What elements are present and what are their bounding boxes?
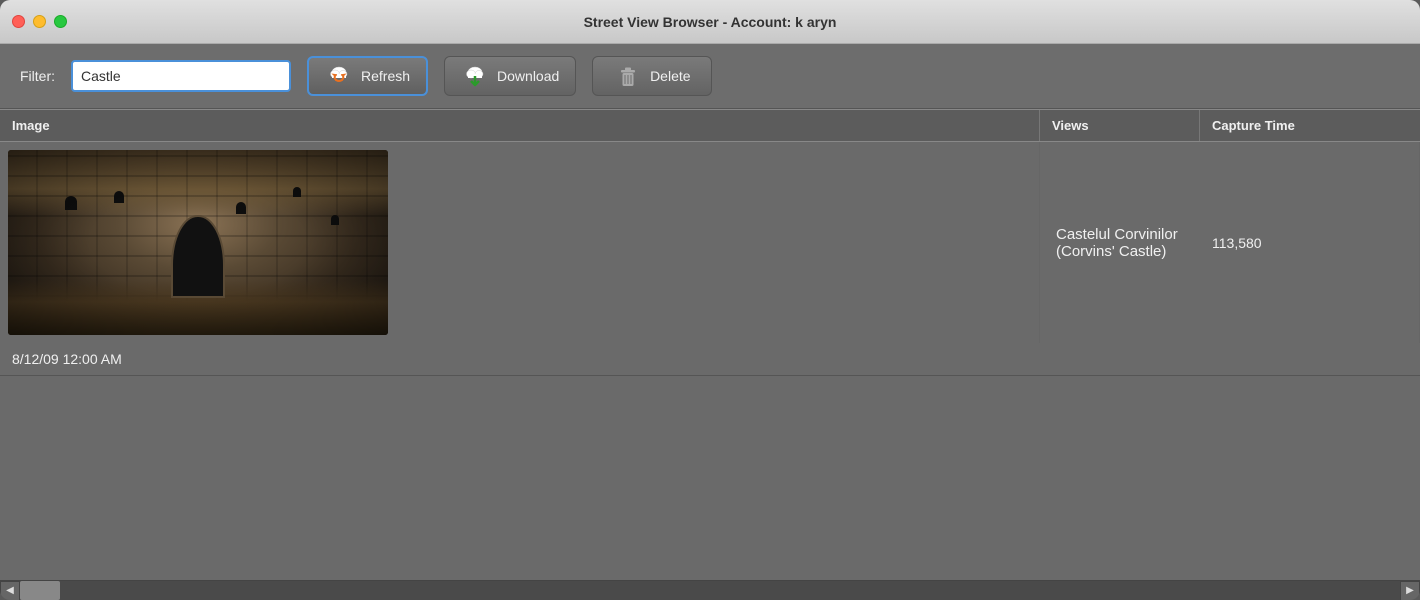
minimize-button[interactable] xyxy=(33,15,46,28)
capture-time-cell: 8/12/09 12:00 AM xyxy=(0,343,1040,375)
col-header-image: Image xyxy=(0,110,1040,141)
filter-input[interactable] xyxy=(71,60,291,92)
download-icon xyxy=(461,62,489,90)
scroll-thumb[interactable] xyxy=(20,581,60,600)
toolbar: Filter: Refresh xyxy=(0,44,1420,109)
views-cell: 113,580 xyxy=(1200,142,1420,343)
title-bar: Street View Browser - Account: k aryn xyxy=(0,0,1420,44)
maximize-button[interactable] xyxy=(54,15,67,28)
main-window: Street View Browser - Account: k aryn Fi… xyxy=(0,0,1420,600)
refresh-button[interactable]: Refresh xyxy=(307,56,428,96)
window-title: Street View Browser - Account: k aryn xyxy=(584,14,837,30)
image-name: Castelul Corvinilor (Corvins' Castle) xyxy=(1040,142,1200,343)
delete-label: Delete xyxy=(650,68,690,84)
close-button[interactable] xyxy=(12,15,25,28)
scroll-left-button[interactable]: ◀ xyxy=(0,581,20,600)
filter-label: Filter: xyxy=(20,68,55,84)
scroll-track[interactable] xyxy=(20,581,1400,600)
scroll-right-button[interactable]: ▶ xyxy=(1400,581,1420,600)
table-container: Image Views Capture Time xyxy=(0,109,1420,580)
image-cell xyxy=(0,142,1040,343)
table-body: Castelul Corvinilor (Corvins' Castle) 11… xyxy=(0,142,1420,580)
traffic-lights xyxy=(12,15,67,28)
download-button[interactable]: Download xyxy=(444,56,576,96)
table-row[interactable]: Castelul Corvinilor (Corvins' Castle) 11… xyxy=(0,142,1420,376)
col-header-capture-time: Capture Time xyxy=(1200,110,1420,141)
delete-button[interactable]: Delete xyxy=(592,56,712,96)
panorama-thumbnail xyxy=(8,150,388,335)
table-header: Image Views Capture Time xyxy=(0,109,1420,142)
refresh-label: Refresh xyxy=(361,68,410,84)
delete-icon xyxy=(614,62,642,90)
horizontal-scrollbar: ◀ ▶ xyxy=(0,580,1420,600)
col-header-views: Views xyxy=(1040,110,1200,141)
refresh-icon xyxy=(325,62,353,90)
download-label: Download xyxy=(497,68,559,84)
